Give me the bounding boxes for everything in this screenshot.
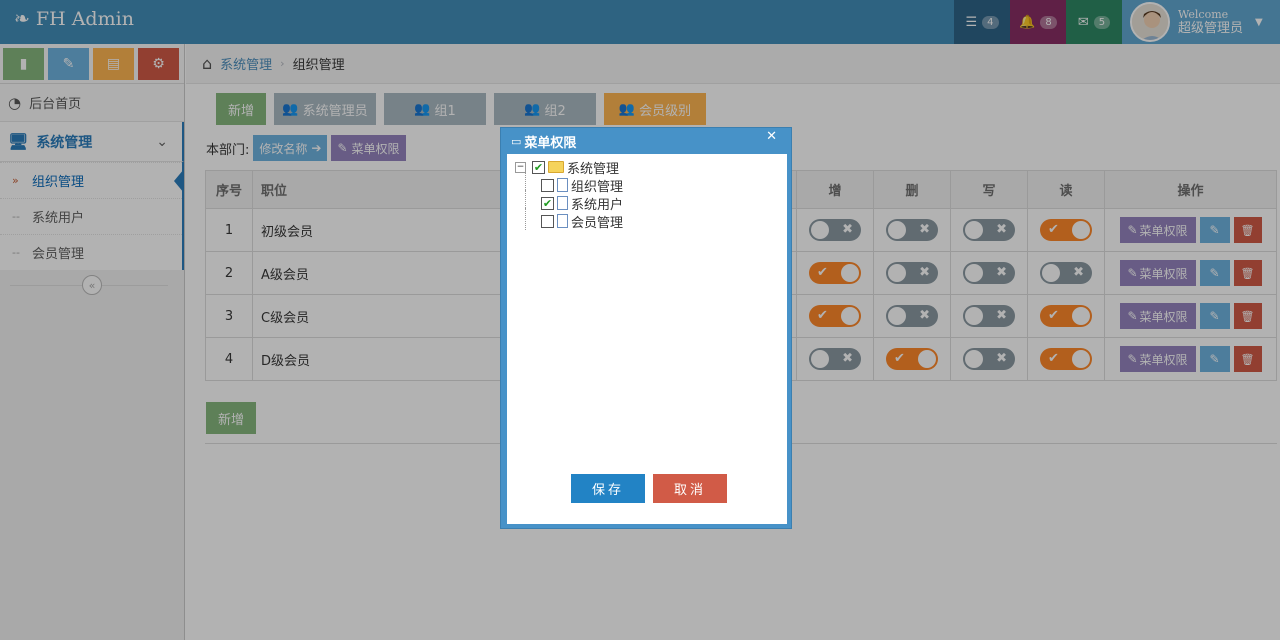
- dialog-title: 菜单权限: [524, 135, 577, 151]
- dialog-body: − ✔ 系统管理 组织管理 ✔ 系统用户 会员管理 保存 取消: [507, 154, 787, 524]
- tree-node-label[interactable]: 组织管理: [571, 176, 623, 195]
- tree-node-label[interactable]: 系统用户: [571, 194, 623, 213]
- menu-tree: − ✔ 系统管理 组织管理 ✔ 系统用户 会员管理: [515, 158, 623, 231]
- cancel-button[interactable]: 取消: [653, 474, 727, 503]
- file-icon: [557, 196, 568, 210]
- tree-root: − ✔ 系统管理: [515, 158, 623, 177]
- tree-root-label[interactable]: 系统管理: [567, 158, 619, 177]
- dialog-title-bar: ▭ 菜单权限: [501, 128, 791, 154]
- tree-node-label[interactable]: 会员管理: [571, 212, 623, 231]
- window-icon: ▭: [511, 134, 522, 148]
- tree-node: ✔ 系统用户: [515, 190, 623, 213]
- tree-node-checkbox[interactable]: [541, 178, 554, 192]
- close-icon[interactable]: ✕: [766, 129, 777, 144]
- menu-permission-dialog: ▭ 菜单权限 ✕ − ✔ 系统管理 组织管理 ✔ 系统用户 会员管理 保存 取消: [500, 127, 792, 529]
- tree-root-checkbox[interactable]: ✔: [532, 160, 545, 174]
- file-icon: [557, 214, 568, 228]
- tree-node-checkbox[interactable]: [541, 214, 554, 228]
- tree-node: 会员管理: [515, 208, 623, 231]
- file-icon: [557, 178, 568, 192]
- tree-node: 组织管理: [515, 172, 623, 195]
- dialog-buttons: 保存 取消: [571, 474, 727, 503]
- tree-node-checkbox[interactable]: ✔: [541, 196, 554, 210]
- folder-icon: [548, 161, 564, 173]
- save-button[interactable]: 保存: [571, 474, 645, 503]
- collapse-toggle-icon[interactable]: −: [515, 161, 526, 173]
